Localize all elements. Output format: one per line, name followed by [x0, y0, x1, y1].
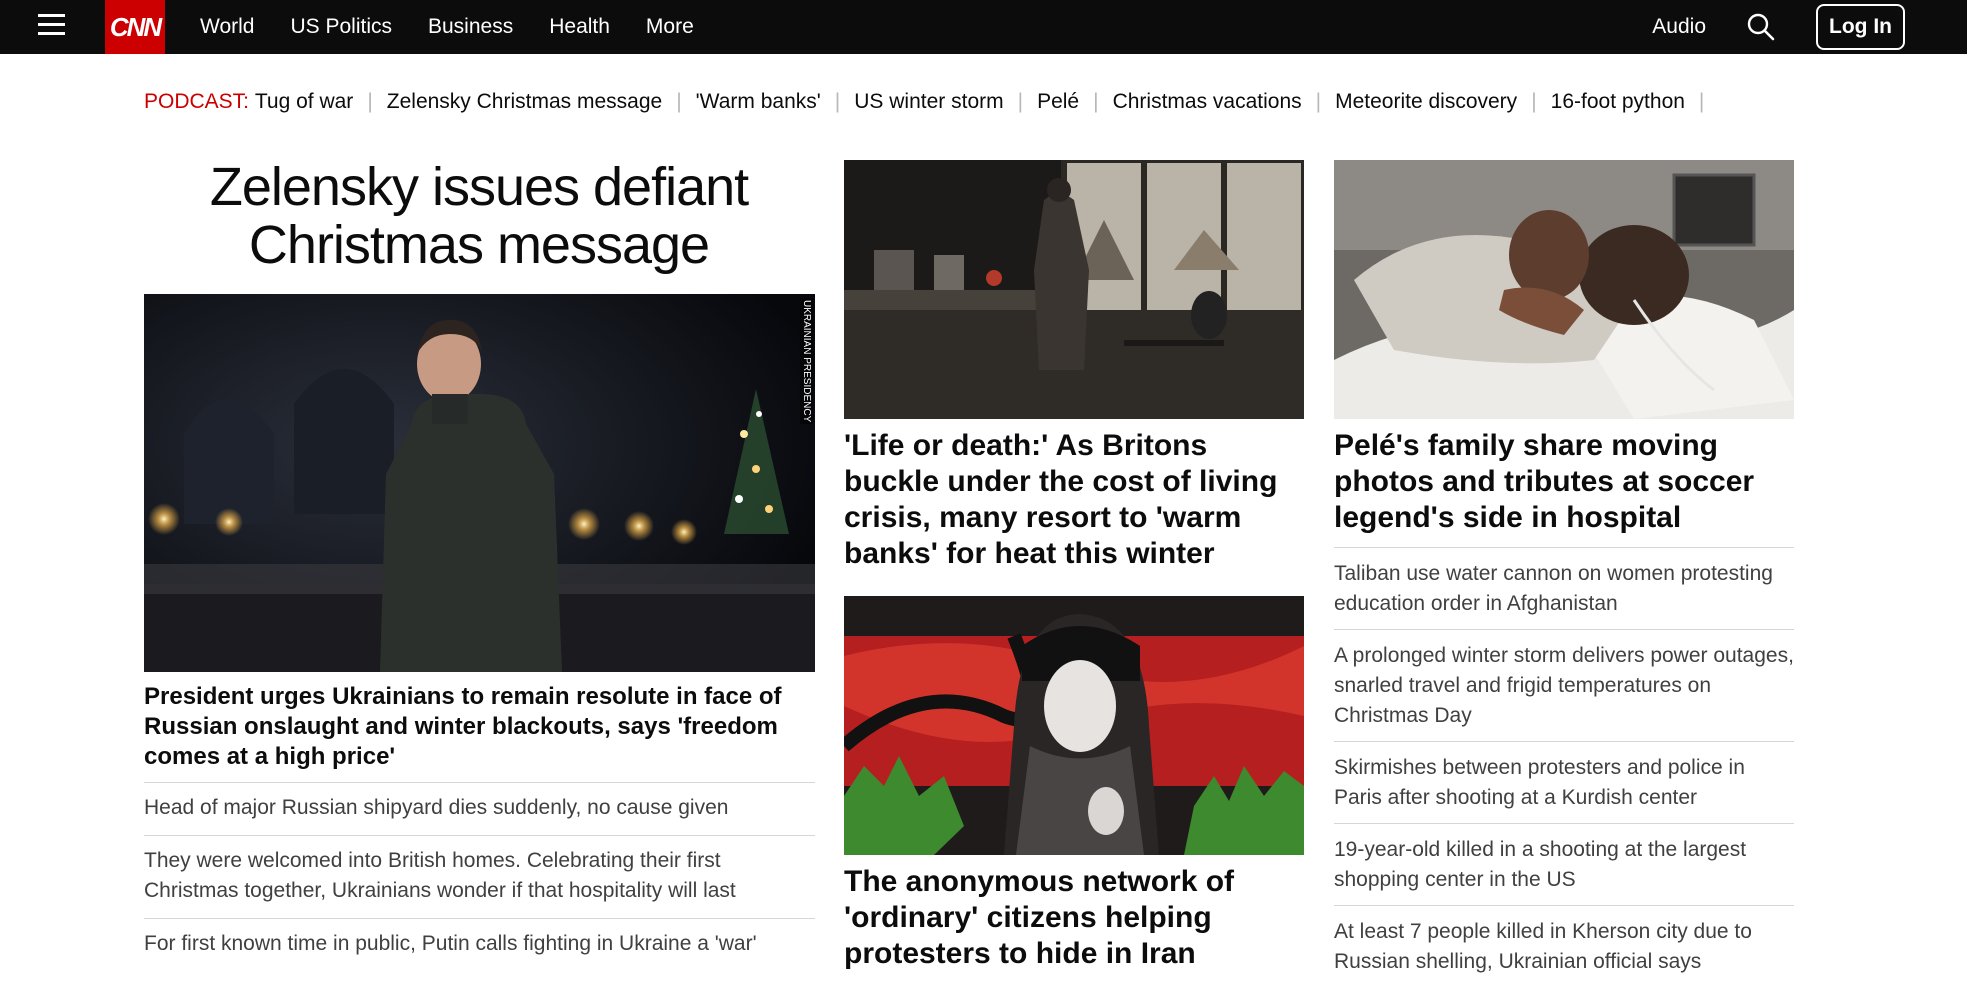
warm-banks-photo — [844, 160, 1304, 419]
top-navigation-bar: CNN World US Politics Business Health Mo… — [0, 0, 1967, 54]
nav-link-world[interactable]: World — [200, 15, 254, 39]
trending-item[interactable]: Christmas vacations — [1113, 90, 1302, 114]
iran-protester-illustration — [844, 596, 1304, 855]
trending-item[interactable]: 16-foot python — [1551, 90, 1685, 114]
pele-image[interactable] — [1334, 160, 1794, 419]
warm-banks-image[interactable] — [844, 160, 1304, 419]
podcast-label: PODCAST: — [144, 90, 250, 113]
divider: | — [676, 90, 682, 113]
image-credit: UKRAINIAN PRESIDENCY — [800, 298, 813, 425]
trending-item[interactable]: Pelé — [1037, 90, 1079, 114]
nav-link-health[interactable]: Health — [549, 15, 610, 39]
nav-link-business[interactable]: Business — [428, 15, 513, 39]
login-button[interactable]: Log In — [1816, 4, 1905, 50]
divider: | — [1093, 90, 1099, 113]
warm-banks-headline[interactable]: 'Life or death:' As Britons buckle under… — [844, 428, 1304, 572]
divider: | — [834, 90, 841, 113]
list-item[interactable]: 19-year-old killed in a shooting at the … — [1334, 823, 1794, 905]
pele-hospital-photo — [1334, 160, 1794, 419]
list-item[interactable]: Head of major Russian shipyard dies sudd… — [144, 782, 815, 835]
list-item[interactable]: Taliban use water cannon on women protes… — [1334, 547, 1794, 629]
hamburger-menu-icon[interactable] — [38, 11, 66, 39]
trending-item[interactable]: Zelensky Christmas message — [387, 90, 662, 114]
list-item[interactable]: A prolonged winter storm delivers power … — [1334, 629, 1794, 741]
lead-story-headline[interactable]: President urges Ukrainians to remain res… — [144, 682, 815, 772]
pele-headline[interactable]: Pelé's family share moving photos and tr… — [1334, 428, 1794, 536]
right-news-list: Taliban use water cannon on women protes… — [1334, 547, 1794, 987]
trending-item[interactable]: Tug of war — [255, 90, 353, 114]
lead-story-title[interactable]: Zelensky issues defiant Christmas messag… — [144, 158, 814, 274]
audio-link[interactable]: Audio — [1652, 15, 1706, 39]
lead-related-list: Head of major Russian shipyard dies sudd… — [144, 782, 815, 971]
zelensky-photo — [144, 294, 815, 672]
trending-item[interactable]: 'Warm banks' — [696, 90, 821, 114]
search-icon[interactable] — [1746, 12, 1776, 42]
divider: | — [1531, 90, 1537, 113]
nav-right-group: Audio Log In — [1652, 0, 1905, 54]
cnn-logo[interactable]: CNN — [105, 0, 165, 54]
section-nav: World US Politics Business Health More — [200, 0, 730, 54]
cnn-logo-text: CNN — [109, 11, 162, 42]
trending-item[interactable]: Meteorite discovery — [1335, 90, 1517, 114]
divider: | — [1315, 90, 1322, 113]
list-item[interactable]: They were welcomed into British homes. C… — [144, 835, 815, 918]
lead-story-image[interactable]: UKRAINIAN PRESIDENCY — [144, 294, 815, 672]
list-item[interactable]: Skirmishes between protesters and police… — [1334, 741, 1794, 823]
nav-link-us-politics[interactable]: US Politics — [290, 15, 392, 39]
divider: | — [1698, 90, 1705, 113]
nav-link-more[interactable]: More — [646, 15, 694, 39]
iran-network-headline[interactable]: The anonymous network of 'ordinary' citi… — [844, 864, 1304, 972]
divider: | — [1017, 90, 1024, 113]
iran-illustration[interactable] — [844, 596, 1304, 855]
divider: | — [367, 90, 373, 113]
list-item[interactable]: At least 7 people killed in Kherson city… — [1334, 905, 1794, 987]
trending-item[interactable]: US winter storm — [854, 90, 1003, 114]
trending-bar: PODCAST: Tug of war | Zelensky Christmas… — [144, 88, 1718, 116]
list-item[interactable]: For first known time in public, Putin ca… — [144, 918, 815, 971]
